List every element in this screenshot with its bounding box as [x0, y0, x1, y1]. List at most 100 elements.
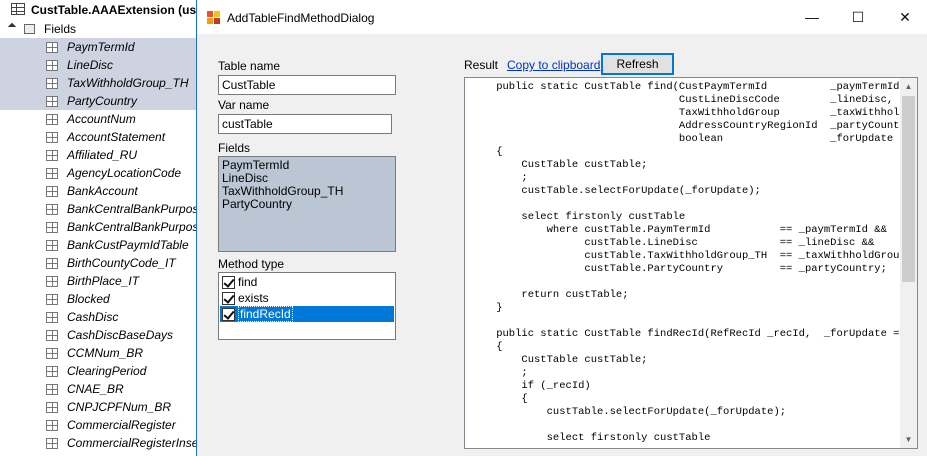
- tree-field-label: CommercialRegisterInset: [67, 436, 197, 450]
- expand-arrow-icon[interactable]: [7, 22, 17, 32]
- method-type-label: Method type: [218, 257, 285, 271]
- tree-field-item[interactable]: AccountNum: [0, 110, 197, 128]
- method-item-find[interactable]: find: [220, 274, 394, 290]
- fields-listbox[interactable]: PaymTermId LineDisc TaxWithholdGroup_TH …: [218, 156, 396, 252]
- tree-field-label: BankCentralBankPurpos: [67, 220, 197, 234]
- tree-field-label: BankCustPaymIdTable: [67, 238, 189, 252]
- close-button[interactable]: ✕: [882, 0, 927, 34]
- field-icon: [46, 258, 58, 269]
- field-icon: [46, 78, 58, 89]
- refresh-button[interactable]: Refresh: [601, 53, 674, 75]
- field-icon: [46, 240, 58, 251]
- fields-label: Fields: [218, 141, 251, 155]
- folder-icon: [24, 24, 35, 34]
- field-icon: [46, 366, 58, 377]
- add-table-find-method-dialog: AddTableFindMethodDialog — ☐ ✕ Table nam…: [196, 0, 927, 456]
- field-icon: [46, 132, 58, 143]
- tree-field-item[interactable]: CashDiscBaseDays: [0, 326, 197, 344]
- method-item-findrecid[interactable]: findRecId: [220, 306, 394, 322]
- tree-field-label: Affiliated_RU: [67, 148, 138, 162]
- tree-field-label: CNAE_BR: [67, 382, 124, 396]
- minimize-button[interactable]: —: [789, 0, 835, 34]
- tree-fields-label: Fields: [44, 22, 77, 36]
- tree-field-item[interactable]: AccountStatement: [0, 128, 197, 146]
- tree-field-item[interactable]: BankAccount: [0, 182, 197, 200]
- method-item-label: find: [238, 275, 258, 289]
- table-icon: [11, 3, 25, 15]
- app-icon: [207, 11, 220, 24]
- field-icon: [46, 150, 58, 161]
- tree-field-label: CNPJCPFNum_BR: [67, 400, 172, 414]
- field-icon: [46, 294, 58, 305]
- checkbox-findrecid[interactable]: [222, 307, 235, 321]
- checkbox-find[interactable]: [222, 275, 235, 289]
- var-name-input[interactable]: custTable: [218, 114, 392, 134]
- tree-root-node[interactable]: CustTable.AAAExtension (usr): [0, 0, 197, 20]
- tree-field-item[interactable]: CNPJCPFNum_BR: [0, 398, 197, 416]
- result-code-box[interactable]: public static CustTable find(CustPaymTer…: [464, 77, 918, 449]
- result-label: Result: [464, 58, 499, 72]
- field-icon: [46, 402, 58, 413]
- tree-field-item[interactable]: BankCentralBankPurpos: [0, 218, 197, 236]
- field-icon: [46, 60, 58, 71]
- tree-field-label: CashDiscBaseDays: [67, 328, 174, 342]
- method-item-exists[interactable]: exists: [220, 290, 394, 306]
- tree-field-label: TaxWithholdGroup_TH: [67, 76, 189, 90]
- tree-field-label: PaymTermId: [67, 40, 135, 54]
- tree-field-label: LineDisc: [67, 58, 114, 72]
- field-icon: [46, 348, 58, 359]
- tree-field-label: CashDisc: [67, 310, 119, 324]
- tree-field-label: AccountStatement: [67, 130, 166, 144]
- tree-field-label: BankAccount: [67, 184, 138, 198]
- copy-to-clipboard-link[interactable]: Copy to clipboard: [507, 58, 600, 72]
- dialog-titlebar[interactable]: AddTableFindMethodDialog — ☐ ✕: [197, 0, 927, 34]
- tree-field-item[interactable]: BirthCountyCode_IT: [0, 254, 197, 272]
- method-type-checklist[interactable]: find exists findRecId: [218, 272, 396, 340]
- field-icon: [46, 114, 58, 125]
- tree-field-item[interactable]: AgencyLocationCode: [0, 164, 197, 182]
- tree-field-item[interactable]: Affiliated_RU: [0, 146, 197, 164]
- tree-field-item[interactable]: CNAE_BR: [0, 380, 197, 398]
- field-icon: [46, 312, 58, 323]
- tree-field-item[interactable]: TaxWithholdGroup_TH: [0, 74, 197, 92]
- vertical-scrollbar[interactable]: ▲ ▼: [900, 78, 917, 448]
- result-code-text[interactable]: public static CustTable find(CustPaymTer…: [471, 81, 917, 445]
- tree-field-label: PartyCountry: [67, 94, 138, 108]
- tree-field-item[interactable]: Blocked: [0, 290, 197, 308]
- tree-field-label: BirthPlace_IT: [67, 274, 140, 288]
- tree-field-label: BankCentralBankPurpos: [67, 202, 197, 216]
- field-icon: [46, 186, 58, 197]
- tree-field-item[interactable]: CCMNum_BR: [0, 344, 197, 362]
- method-item-label: findRecId: [238, 306, 293, 322]
- field-icon: [46, 222, 58, 233]
- tree-field-item[interactable]: CommercialRegisterSect: [0, 452, 197, 456]
- tree-fields-node[interactable]: Fields: [0, 20, 197, 38]
- tree-field-label: CommercialRegister: [67, 418, 176, 432]
- table-name-label: Table name: [218, 59, 281, 73]
- field-icon: [46, 384, 58, 395]
- dialog-title: AddTableFindMethodDialog: [227, 11, 375, 25]
- tree-field-item[interactable]: CashDisc: [0, 308, 197, 326]
- field-icon: [46, 204, 58, 215]
- tree-field-item[interactable]: CommercialRegister: [0, 416, 197, 434]
- tree-field-item[interactable]: CommercialRegisterInset: [0, 434, 197, 452]
- tree-field-label: AgencyLocationCode: [67, 166, 182, 180]
- tree-field-item[interactable]: BirthPlace_IT: [0, 272, 197, 290]
- list-item[interactable]: PartyCountry: [222, 198, 392, 211]
- tree-field-item[interactable]: PartyCountry: [0, 92, 197, 110]
- tree-field-item[interactable]: BankCustPaymIdTable: [0, 236, 197, 254]
- tree-field-item[interactable]: PaymTermId: [0, 38, 197, 56]
- tree-field-label: BirthCountyCode_IT: [67, 256, 176, 270]
- maximize-button[interactable]: ☐: [835, 0, 881, 34]
- field-icon: [46, 276, 58, 287]
- scroll-down-icon[interactable]: ▼: [900, 431, 917, 448]
- checkbox-exists[interactable]: [222, 291, 235, 305]
- table-name-input[interactable]: CustTable: [218, 75, 396, 95]
- tree-field-label: CCMNum_BR: [67, 346, 144, 360]
- tree-root-title: CustTable.AAAExtension (usr): [31, 3, 197, 17]
- tree-field-item[interactable]: BankCentralBankPurpos: [0, 200, 197, 218]
- scrollbar-thumb[interactable]: [902, 96, 915, 282]
- tree-field-item[interactable]: ClearingPeriod: [0, 362, 197, 380]
- tree-field-item[interactable]: LineDisc: [0, 56, 197, 74]
- scroll-up-icon[interactable]: ▲: [900, 78, 917, 95]
